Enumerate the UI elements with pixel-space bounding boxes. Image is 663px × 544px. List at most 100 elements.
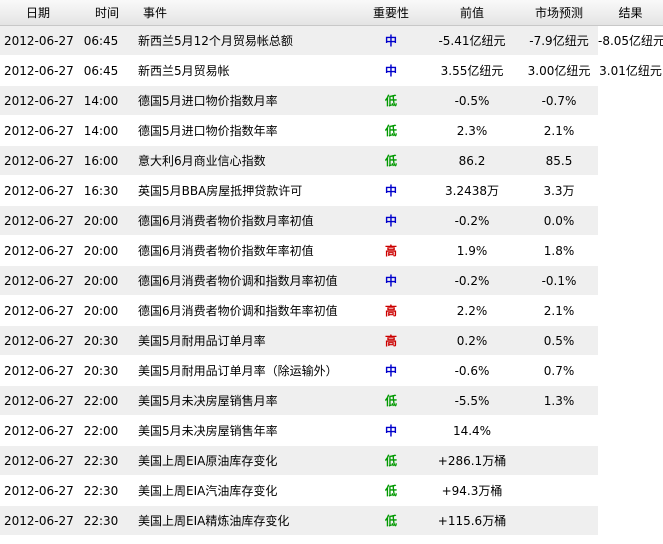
cell-time: 20:00	[78, 295, 136, 326]
cell-event: 新西兰5月12个月贸易帐总额	[136, 25, 358, 56]
cell-date: 2012-06-27	[0, 55, 78, 86]
cell-result: 3.01亿纽元	[598, 55, 663, 86]
cell-importance: 低	[358, 145, 424, 176]
table-row[interactable]: 2012-06-27 22:30 美国上周EIA精炼油库存变化低 +115.6万桶	[0, 505, 663, 536]
cell-date: 2012-06-27	[0, 475, 78, 506]
cell-importance: 中	[358, 355, 424, 386]
cell-importance: 中	[358, 25, 424, 56]
cell-forecast: 3.3万	[520, 175, 598, 206]
table-row[interactable]: 2012-06-27 22:30 美国上周EIA汽油库存变化低 +94.3万桶	[0, 475, 663, 506]
table-row[interactable]: 2012-06-27 20:00 德国6月消费者物价调和指数年率初值高 2.2% 2.1…	[0, 295, 663, 326]
cell-result	[598, 415, 663, 446]
cell-forecast: -7.9亿纽元	[520, 25, 598, 56]
cell-event: 美国上周EIA汽油库存变化	[136, 475, 358, 506]
cell-previous: +115.6万桶	[424, 505, 520, 536]
cell-previous: 2.3%	[424, 115, 520, 146]
table-row[interactable]: 2012-06-27 22:00 美国5月未决房屋销售年率中 14.4%	[0, 415, 663, 446]
table-row[interactable]: 2012-06-27 14:00 德国5月进口物价指数年率低 2.3% 2.1%	[0, 115, 663, 146]
cell-time: 16:30	[78, 175, 136, 206]
cell-date: 2012-06-27	[0, 175, 78, 206]
column-header-forecast[interactable]: 市场预测	[520, 0, 598, 26]
cell-forecast: 1.8%	[520, 235, 598, 266]
table-row[interactable]: 2012-06-27 16:30 英国5月BBA房屋抵押贷款许可中 3.2438万 3.…	[0, 175, 663, 206]
cell-date: 2012-06-27	[0, 295, 78, 326]
cell-date: 2012-06-27	[0, 235, 78, 266]
cell-date: 2012-06-27	[0, 145, 78, 176]
cell-time: 06:45	[78, 55, 136, 86]
cell-forecast: 2.1%	[520, 295, 598, 326]
column-header-time[interactable]: 时间	[78, 0, 136, 26]
cell-previous: -0.2%	[424, 205, 520, 236]
cell-previous: -5.41亿纽元	[424, 25, 520, 56]
cell-importance: 高	[358, 235, 424, 266]
cell-previous: -0.5%	[424, 85, 520, 116]
cell-date: 2012-06-27	[0, 415, 78, 446]
cell-previous: +286.1万桶	[424, 445, 520, 476]
cell-previous: 2.2%	[424, 295, 520, 326]
column-header-event[interactable]: 事件	[136, 0, 358, 26]
table-row[interactable]: 2012-06-27 20:00 德国6月消费者物价指数月率初值中 -0.2% 0.0%	[0, 205, 663, 236]
cell-event: 美国5月未决房屋销售年率	[136, 415, 358, 446]
cell-forecast: 1.3%	[520, 385, 598, 416]
cell-event: 德国6月消费者物价指数月率初值	[136, 205, 358, 236]
cell-forecast	[520, 505, 598, 536]
cell-result	[598, 235, 663, 266]
cell-importance: 中	[358, 415, 424, 446]
cell-previous: +94.3万桶	[424, 475, 520, 506]
table-row[interactable]: 2012-06-27 06:45 新西兰5月12个月贸易帐总额中 -5.41亿纽元 -7…	[0, 25, 663, 56]
table-row[interactable]: 2012-06-27 22:00 美国5月未决房屋销售月率低 -5.5% 1.3%	[0, 385, 663, 416]
table-row[interactable]: 2012-06-27 06:45 新西兰5月贸易帐中 3.55亿纽元 3.00亿纽元 3.…	[0, 55, 663, 86]
cell-importance: 高	[358, 325, 424, 356]
cell-result	[598, 205, 663, 236]
cell-forecast: -0.7%	[520, 85, 598, 116]
cell-date: 2012-06-27	[0, 25, 78, 56]
cell-event: 新西兰5月贸易帐	[136, 55, 358, 86]
cell-previous: 0.2%	[424, 325, 520, 356]
cell-event: 意大利6月商业信心指数	[136, 145, 358, 176]
table-row[interactable]: 2012-06-27 20:00 德国6月消费者物价指数年率初值高 1.9% 1.8%	[0, 235, 663, 266]
cell-forecast: 0.5%	[520, 325, 598, 356]
cell-date: 2012-06-27	[0, 355, 78, 386]
cell-result	[598, 265, 663, 296]
cell-previous: 86.2	[424, 145, 520, 176]
table-row[interactable]: 2012-06-27 20:00 德国6月消费者物价调和指数月率初值中 -0.2% -0…	[0, 265, 663, 296]
cell-time: 20:00	[78, 265, 136, 296]
cell-forecast: 3.00亿纽元	[520, 55, 598, 86]
cell-time: 20:30	[78, 325, 136, 356]
cell-result	[598, 115, 663, 146]
cell-time: 06:45	[78, 25, 136, 56]
column-header-previous[interactable]: 前值	[424, 0, 520, 26]
cell-date: 2012-06-27	[0, 505, 78, 536]
cell-event: 德国5月进口物价指数月率	[136, 85, 358, 116]
cell-forecast: 0.7%	[520, 355, 598, 386]
cell-time: 14:00	[78, 85, 136, 116]
cell-time: 20:00	[78, 205, 136, 236]
table-row[interactable]: 2012-06-27 20:30 美国5月耐用品订单月率（除运输外）中 -0.6% 0.…	[0, 355, 663, 386]
cell-time: 20:00	[78, 235, 136, 266]
cell-event: 美国5月耐用品订单月率	[136, 325, 358, 356]
cell-event: 美国上周EIA精炼油库存变化	[136, 505, 358, 536]
column-header-result[interactable]: 结果	[598, 0, 663, 26]
column-header-date[interactable]: 日期	[0, 0, 78, 26]
table-body: 2012-06-27 06:45 新西兰5月12个月贸易帐总额中 -5.41亿纽元 -7…	[0, 25, 663, 536]
cell-importance: 低	[358, 115, 424, 146]
cell-time: 16:00	[78, 145, 136, 176]
cell-importance: 中	[358, 175, 424, 206]
cell-importance: 中	[358, 265, 424, 296]
table-row[interactable]: 2012-06-27 14:00 德国5月进口物价指数月率低 -0.5% -0.7%	[0, 85, 663, 116]
cell-forecast	[520, 415, 598, 446]
column-header-importance[interactable]: 重要性	[358, 0, 424, 26]
cell-time: 22:00	[78, 415, 136, 446]
cell-result: -8.05亿纽元	[598, 25, 663, 56]
table-row[interactable]: 2012-06-27 20:30 美国5月耐用品订单月率高 0.2% 0.5%	[0, 325, 663, 356]
cell-time: 14:00	[78, 115, 136, 146]
table-row[interactable]: 2012-06-27 16:00 意大利6月商业信心指数低 86.2 85.5	[0, 145, 663, 176]
cell-event: 美国5月未决房屋销售月率	[136, 385, 358, 416]
cell-date: 2012-06-27	[0, 115, 78, 146]
cell-result	[598, 445, 663, 476]
cell-date: 2012-06-27	[0, 445, 78, 476]
cell-time: 22:30	[78, 475, 136, 506]
table-row[interactable]: 2012-06-27 22:30 美国上周EIA原油库存变化低 +286.1万桶	[0, 445, 663, 476]
cell-forecast	[520, 475, 598, 506]
cell-previous: -0.2%	[424, 265, 520, 296]
